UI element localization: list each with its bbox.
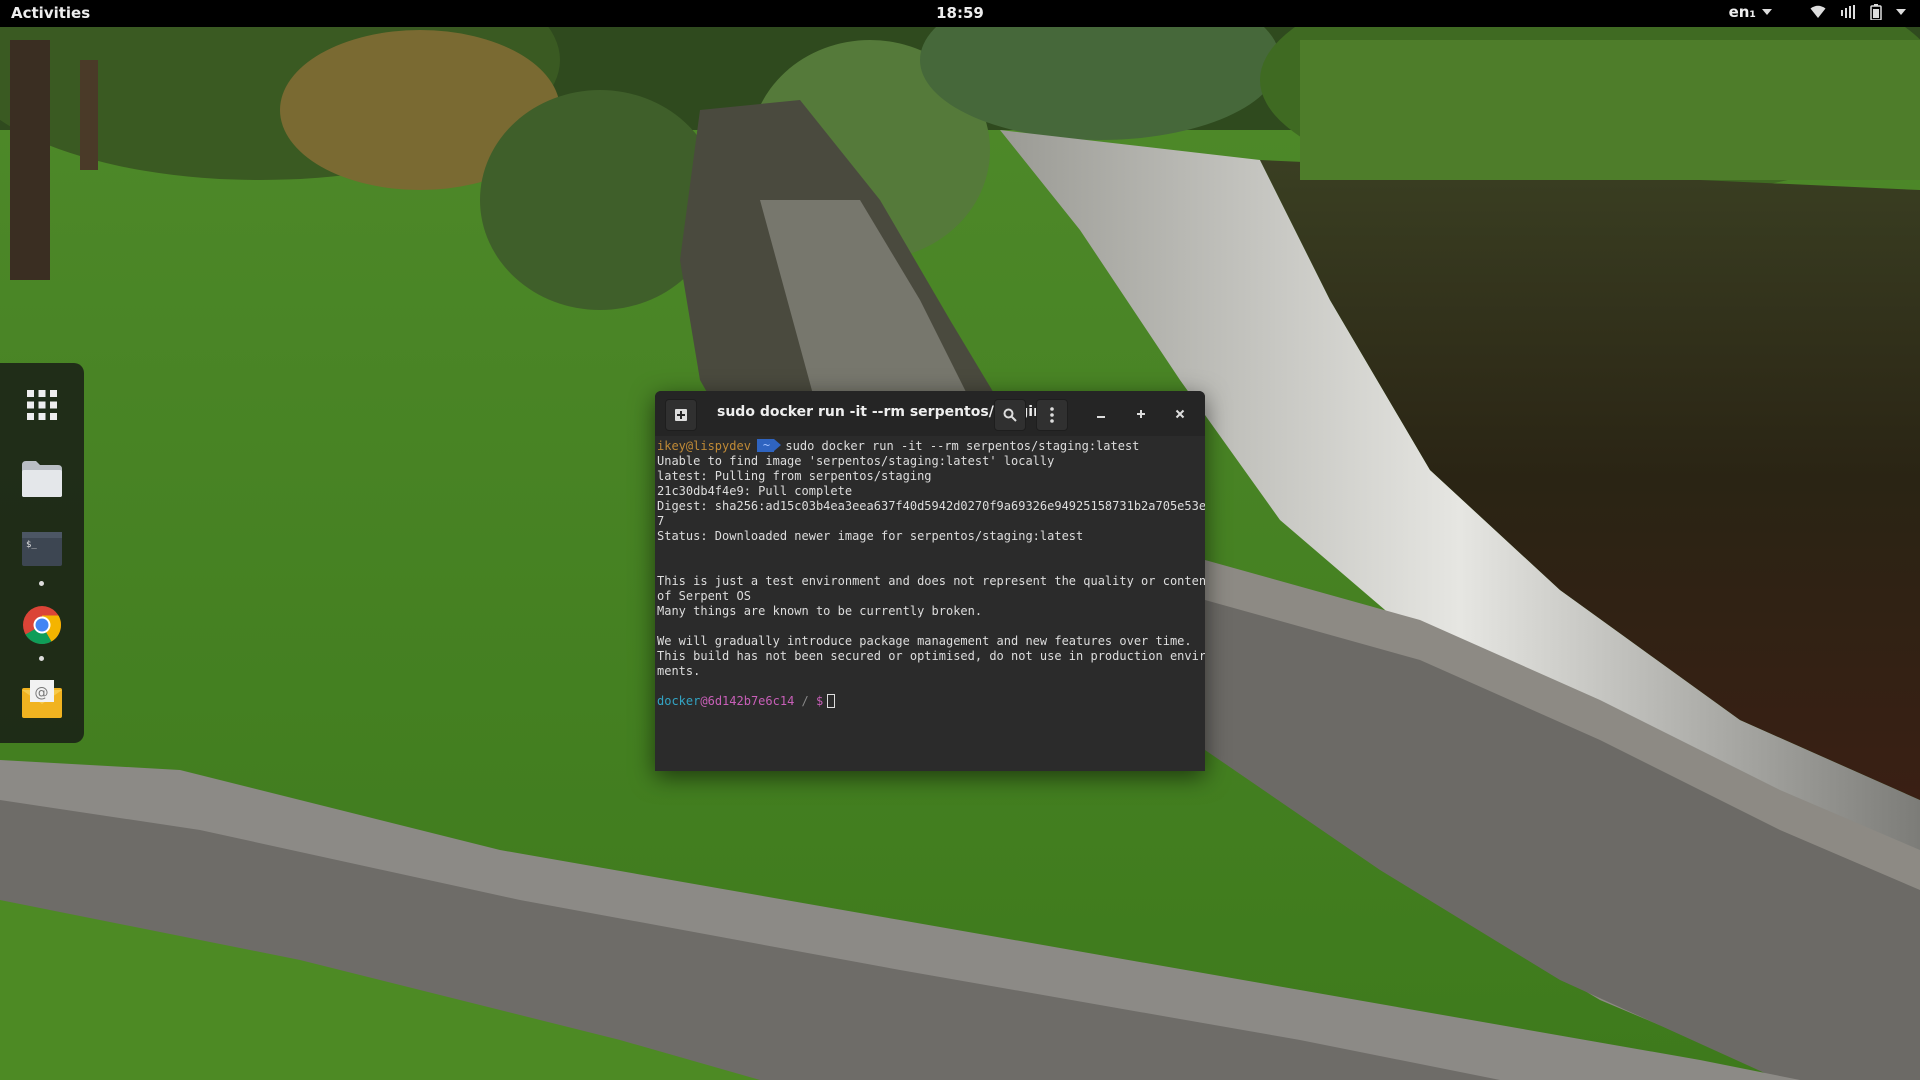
docker-prompt-host: 6d142b7e6c14 xyxy=(707,694,795,708)
app-grid-icon xyxy=(27,390,57,420)
output-line: Digest: sha256:ad15c03b4ea3eea637f40d594… xyxy=(657,499,1205,513)
output-line: 7 xyxy=(657,514,665,528)
running-indicator xyxy=(39,656,44,661)
dock: $_ @ xyxy=(0,363,84,743)
docker-prompt-user: docker xyxy=(657,694,701,708)
terminal-icon: $_ xyxy=(22,532,62,566)
clock[interactable]: 18:59 xyxy=(936,4,984,22)
search-icon xyxy=(1003,408,1017,422)
output-line: This is just a test environment and does… xyxy=(657,574,1205,588)
system-tray: en₁ xyxy=(1729,3,1906,21)
output-line: of Serpent OS xyxy=(657,589,751,603)
kebab-menu-icon xyxy=(1050,407,1054,423)
search-button[interactable] xyxy=(994,399,1026,431)
svg-text:@: @ xyxy=(35,685,49,701)
terminal-title: sudo docker run -it --rm serpentos/stagi… xyxy=(717,404,1060,420)
volume-icon[interactable] xyxy=(1840,4,1856,20)
running-indicator xyxy=(39,581,44,586)
dock-item-terminal[interactable]: $_ xyxy=(14,521,70,577)
docker-prompt-path: / xyxy=(801,694,809,708)
language-indicator[interactable]: en₁ xyxy=(1729,3,1772,21)
maximize-button[interactable] xyxy=(1126,399,1156,429)
chrome-icon xyxy=(23,606,62,645)
prompt-user-host: ikey@lispydev xyxy=(657,439,751,453)
show-applications-button[interactable] xyxy=(14,377,70,433)
prompt-directory-segment: ~ xyxy=(756,439,782,452)
minimize-icon xyxy=(1097,416,1105,418)
new-tab-button[interactable] xyxy=(665,399,697,431)
docker-prompt-dollar: $ xyxy=(816,694,824,708)
terminal-window[interactable]: sudo docker run -it --rm serpentos/stagi… xyxy=(655,391,1205,771)
output-line: Status: Downloaded newer image for serpe… xyxy=(657,529,1084,543)
battery-icon[interactable] xyxy=(1870,4,1882,20)
prompt-command: sudo docker run -it --rm serpentos/stagi… xyxy=(785,439,1140,453)
system-menu-arrow-icon[interactable] xyxy=(1896,9,1906,15)
close-button[interactable] xyxy=(1165,399,1195,429)
svg-text:$_: $_ xyxy=(26,540,37,550)
output-line: This build has not been secured or optim… xyxy=(657,649,1205,663)
output-line: Many things are known to be currently br… xyxy=(657,604,983,618)
dock-item-chrome[interactable] xyxy=(14,597,70,653)
docker-prompt-at: @ xyxy=(700,694,708,708)
folder-icon xyxy=(22,461,62,497)
output-line: 21c30db4f4e9: Pull complete xyxy=(657,484,853,498)
mail-icon: @ xyxy=(22,680,62,718)
terminal-header-bar[interactable]: sudo docker run -it --rm serpentos/stagi… xyxy=(655,391,1205,437)
dock-item-files[interactable] xyxy=(14,451,70,507)
output-line: We will gradually introduce package mana… xyxy=(657,634,1192,648)
new-tab-icon xyxy=(675,409,687,421)
clock-area: 18:59 xyxy=(0,4,1920,22)
output-line: ments. xyxy=(657,664,701,678)
menu-button[interactable] xyxy=(1036,399,1068,431)
activities-button[interactable]: Activities xyxy=(11,4,90,22)
language-label: en₁ xyxy=(1728,3,1756,21)
minimize-button[interactable] xyxy=(1086,399,1116,429)
terminal-output[interactable]: ikey@lispydev ~ sudo docker run -it --rm … xyxy=(655,436,1205,771)
output-line: Unable to find image 'serpentos/staging:… xyxy=(657,454,1055,468)
chevron-down-icon xyxy=(1762,9,1772,15)
top-bar: Activities 18:59 en₁ xyxy=(0,0,1920,27)
command-line: ikey@lispydev ~ sudo docker run -it --rm … xyxy=(657,439,1203,454)
wifi-icon[interactable] xyxy=(1810,5,1826,19)
close-icon xyxy=(1175,409,1185,419)
dock-item-mail[interactable]: @ xyxy=(14,671,70,727)
docker-prompt-line: docker@6d142b7e6c14 / $ xyxy=(657,694,1203,709)
maximize-icon xyxy=(1137,410,1145,418)
output-line: latest: Pulling from serpentos/staging xyxy=(657,469,932,483)
text-cursor xyxy=(827,694,836,708)
